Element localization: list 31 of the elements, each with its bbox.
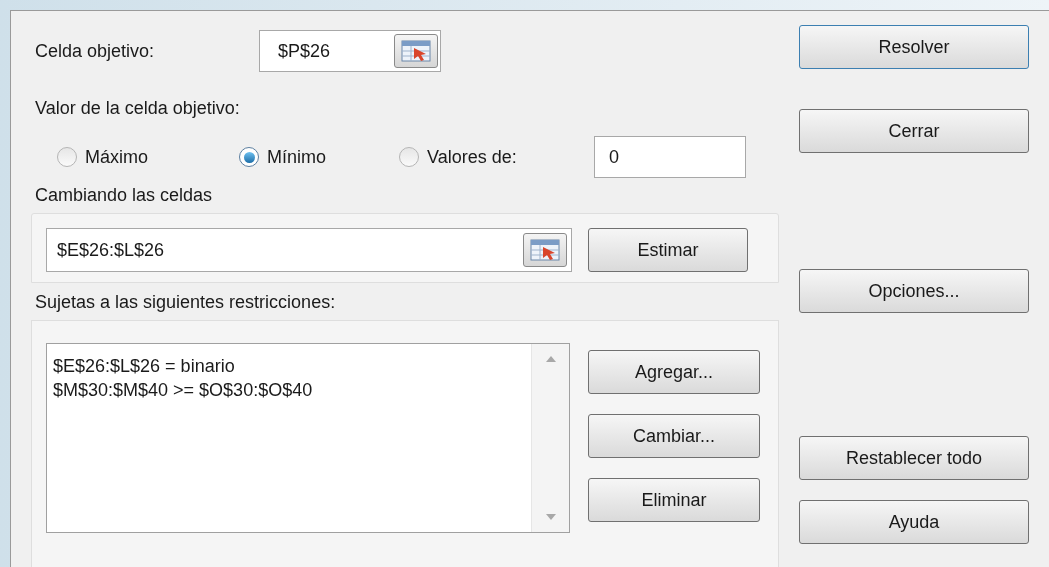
radio-label: Mínimo xyxy=(267,145,326,169)
constraint-button[interactable]: Cambiar... xyxy=(588,414,760,458)
list-item[interactable]: $E$26:$L$26 = binario xyxy=(53,354,235,378)
scrollbar[interactable] xyxy=(531,344,569,532)
range-select-icon xyxy=(530,239,560,261)
dialog-button[interactable]: Cerrar xyxy=(799,109,1029,153)
dialog-button[interactable]: Ayuda xyxy=(799,500,1029,544)
value-field[interactable]: 0 xyxy=(594,136,746,178)
target-cell-field[interactable]: $P$26 xyxy=(259,30,441,72)
objective-label: Valor de la celda objetivo: xyxy=(35,97,240,120)
radio-label: Máximo xyxy=(85,145,148,169)
group-label: Cambiando las celdas xyxy=(35,184,213,207)
radio-button[interactable] xyxy=(57,147,77,167)
constraint-button[interactable]: Agregar... xyxy=(588,350,760,394)
radio-button[interactable] xyxy=(239,147,259,167)
constraint-button[interactable]: Eliminar xyxy=(588,478,760,522)
scroll-down-icon[interactable] xyxy=(545,514,556,520)
dialog-button[interactable]: Restablecer todo xyxy=(799,436,1029,480)
range-select-button[interactable] xyxy=(394,34,438,68)
radio-label: Valores de: xyxy=(427,145,517,169)
dialog-button[interactable]: Resolver xyxy=(799,25,1029,69)
estimate-button[interactable]: Estimar xyxy=(588,228,748,272)
changing-cells-field[interactable]: $E$26:$L$26 xyxy=(46,228,572,272)
list-item[interactable]: $M$30:$M$40 >= $O$30:$O$40 xyxy=(53,378,313,402)
target-cell-label: Celda objetivo: xyxy=(35,39,156,63)
group-label: Sujetas a las siguientes restricciones: xyxy=(35,291,336,314)
radio-button[interactable] xyxy=(399,147,419,167)
range-select-icon xyxy=(401,40,431,62)
dialog-button[interactable]: Opciones... xyxy=(799,269,1029,313)
range-select-button[interactable] xyxy=(523,233,567,267)
scroll-up-icon[interactable] xyxy=(545,356,556,362)
